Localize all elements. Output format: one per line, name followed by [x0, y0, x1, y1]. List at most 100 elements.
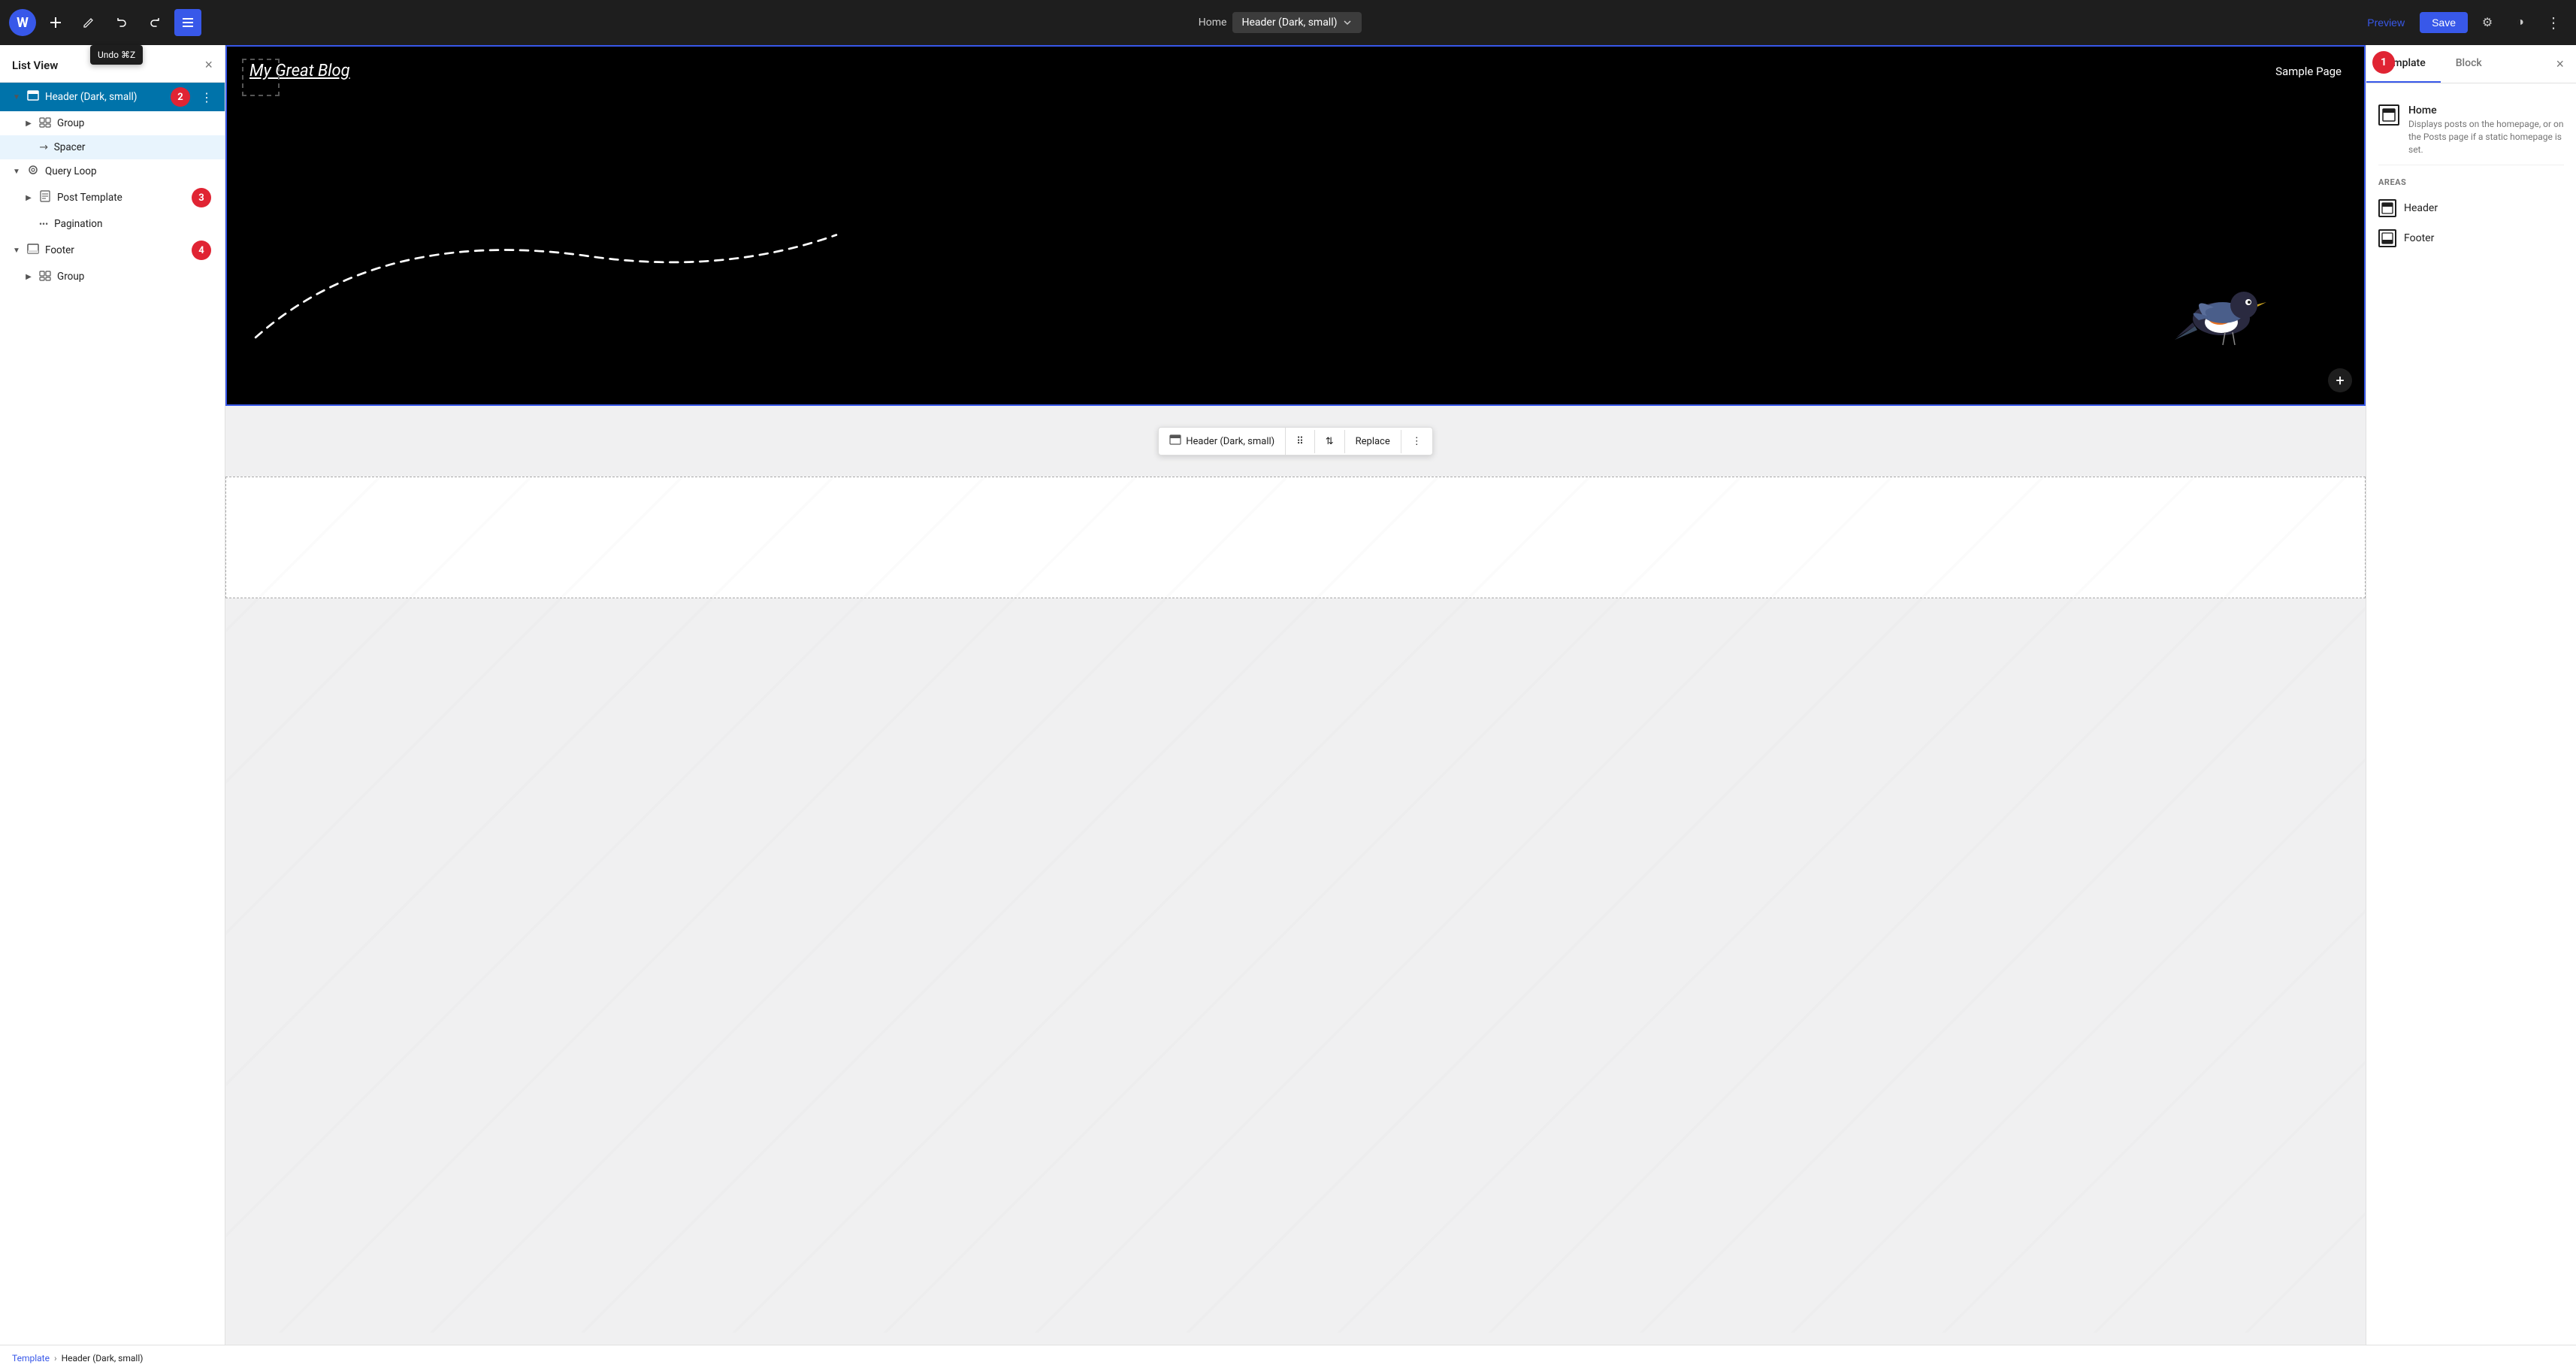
tree-item-query-loop[interactable]: ▼ Query Loop — [0, 159, 225, 183]
template-home-icon — [2378, 104, 2399, 126]
canvas-area[interactable]: My Great Blog Sample Page — [225, 45, 2366, 1345]
post-template-toggle[interactable]: ▶ — [21, 190, 36, 205]
drag-handle[interactable]: ⠿ — [1286, 430, 1315, 453]
active-block-label: Header (Dark, small) — [1241, 17, 1337, 29]
tree-item-group2[interactable]: ▶ Group — [0, 265, 225, 289]
toolbar-center: Home Header (Dark, small) — [207, 12, 2352, 33]
block-toolbar-wrapper: Header (Dark, small) ⠿ ⇅ Replace ⋮ — [225, 418, 2366, 465]
pagination-indent — [21, 216, 36, 232]
list-view-button[interactable] — [174, 9, 201, 36]
block-toolbar: Header (Dark, small) ⠿ ⇅ Replace ⋮ — [1158, 427, 1433, 455]
badge-1: 1 — [2372, 51, 2395, 74]
right-panel-template: Home Displays posts on the homepage, or … — [2366, 83, 2576, 1345]
block-icon-group1 — [39, 116, 51, 131]
header-more-button[interactable]: ⋮ — [198, 90, 216, 104]
tree-item-spacer[interactable]: ↗ Spacer — [0, 135, 225, 159]
tree-item-pagination[interactable]: ••• Pagination — [0, 212, 225, 236]
header-logo-placeholder — [242, 59, 280, 96]
dashed-arc — [242, 194, 857, 344]
sample-page: Sample Page — [2275, 65, 2342, 78]
block-icon-post-template — [39, 190, 51, 205]
collapse-toggle-group1[interactable]: ▶ — [21, 116, 36, 131]
edit-button[interactable] — [75, 9, 102, 36]
sidebar-title: List View — [12, 59, 58, 72]
template-home-name: Home — [2408, 104, 2564, 117]
breadcrumb-home[interactable]: Home — [1199, 17, 1227, 29]
right-sidebar-header-wrapper: Template Block × 1 — [2366, 45, 2576, 83]
area-header-name: Header — [2404, 202, 2438, 214]
block-icon-spacer: ↗ — [36, 140, 51, 155]
tree-item-group1[interactable]: ▶ Group — [0, 111, 225, 135]
block-toolbar-label: Header (Dark, small) — [1186, 436, 1274, 447]
top-toolbar: W Home Header (Dark, small) Preview Save… — [0, 0, 2576, 45]
bird-illustration — [2169, 274, 2274, 359]
toolbar-right: Preview Save ⚙ ◑ ⋮ — [2358, 9, 2567, 36]
post-template-label: Post Template — [57, 192, 189, 204]
tree-item-post-template[interactable]: ▶ Post Template 3 — [0, 183, 225, 212]
group2-label: Group — [57, 271, 216, 283]
undo-tooltip: Undo ⌘Z — [90, 45, 143, 65]
area-item-footer[interactable]: Footer — [2378, 223, 2564, 253]
right-sidebar: Template Block × 1 Home Displays posts o… — [2366, 45, 2576, 1345]
block-icon-footer — [27, 243, 39, 258]
badge-2: 2 — [171, 87, 190, 107]
header-block-label: Header (Dark, small) — [45, 91, 168, 103]
area-footer-icon — [2378, 229, 2396, 247]
query-loop-label: Query Loop — [45, 165, 216, 177]
active-block-indicator[interactable]: Header (Dark, small) — [1232, 12, 1361, 33]
right-sidebar-header: Template Block × — [2366, 45, 2576, 83]
area-footer-name: Footer — [2404, 232, 2434, 244]
query-loop-canvas-block[interactable] — [225, 477, 2366, 598]
tree-item-footer[interactable]: ▼ Footer 4 — [0, 236, 225, 265]
collapse-toggle-group2[interactable]: ▶ — [21, 269, 36, 284]
breadcrumb-template[interactable]: Template — [12, 1353, 50, 1363]
bottom-bar: Template › Header (Dark, small) — [0, 1345, 2576, 1371]
block-icon-query-loop — [27, 164, 39, 179]
group1-label: Group — [57, 117, 216, 129]
block-icon-item[interactable]: Header (Dark, small) — [1159, 428, 1286, 455]
save-button[interactable]: Save — [2420, 12, 2468, 33]
undo-button[interactable] — [108, 9, 135, 36]
add-block-in-header[interactable]: + — [2328, 368, 2352, 392]
replace-button[interactable]: Replace — [1345, 430, 1401, 453]
pagination-label: Pagination — [54, 218, 216, 230]
badge-3: 3 — [192, 188, 211, 207]
spacer-label: Spacer — [54, 141, 216, 153]
footer-label: Footer — [45, 244, 189, 256]
move-icon: ⇅ — [1326, 436, 1334, 447]
spacer-indent — [21, 140, 36, 155]
sidebar-close-button[interactable]: × — [204, 57, 213, 73]
template-home-info: Home Displays posts on the homepage, or … — [2408, 104, 2564, 156]
template-home-item[interactable]: Home Displays posts on the homepage, or … — [2378, 95, 2564, 165]
redo-button[interactable] — [141, 9, 168, 36]
collapse-toggle-query-loop[interactable]: ▼ — [9, 164, 24, 179]
block-more-options[interactable]: ⋮ — [1401, 430, 1432, 453]
add-block-button[interactable] — [42, 9, 69, 36]
more-options-button[interactable]: ⋮ — [2540, 9, 2567, 36]
collapse-toggle-header[interactable]: ▼ — [9, 89, 24, 104]
header-block[interactable]: My Great Blog Sample Page — [225, 45, 2366, 406]
theme-toggle[interactable]: ◑ — [2507, 9, 2534, 36]
breadcrumb-current: Header (Dark, small) — [62, 1353, 144, 1363]
preview-button[interactable]: Preview — [2358, 12, 2414, 33]
header-block-inner: My Great Blog Sample Page — [227, 47, 2364, 95]
block-icon-pagination: ••• — [39, 219, 48, 229]
header-block-toolbar-icon — [1169, 434, 1181, 449]
main-layout: List View × ▼ Header (Dark, small) 2 ⋮ ▶… — [0, 45, 2576, 1345]
query-loop-inner — [226, 477, 2365, 598]
move-up-down[interactable]: ⇅ — [1315, 430, 1345, 453]
template-home-desc: Displays posts on the homepage, or on th… — [2408, 118, 2564, 156]
area-item-header[interactable]: Header — [2378, 193, 2564, 223]
collapse-toggle-footer[interactable]: ▼ — [9, 243, 24, 258]
tree-item-header[interactable]: ▼ Header (Dark, small) 2 ⋮ — [0, 83, 225, 111]
area-header-icon — [2378, 199, 2396, 217]
badge-4: 4 — [192, 241, 211, 260]
settings-button[interactable]: ⚙ — [2474, 9, 2501, 36]
right-sidebar-close-button[interactable]: × — [2544, 56, 2576, 72]
breadcrumb-separator: › — [54, 1353, 57, 1363]
wp-logo[interactable]: W — [9, 9, 36, 36]
block-icon-group2 — [39, 269, 51, 284]
tab-block[interactable]: Block — [2441, 45, 2497, 83]
areas-label: AREAS — [2378, 177, 2564, 187]
block-icon-header — [27, 89, 39, 104]
